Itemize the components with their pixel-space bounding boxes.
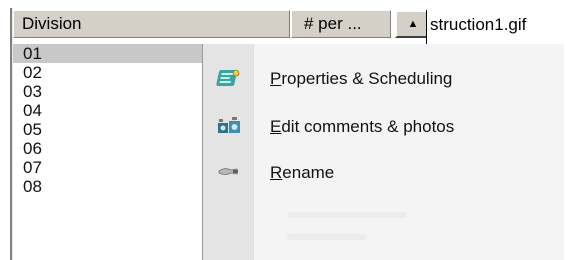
- photos-icon: [214, 114, 244, 140]
- context-menu-screenshot: Division # per ... ▲ struction1.gif 01 0…: [0, 0, 566, 260]
- rename-icon: [214, 160, 244, 186]
- menu-item-properties-scheduling[interactable]: Properties & Scheduling: [202, 56, 566, 102]
- division-list: 01 02 03 04 05 06 07 08: [13, 44, 203, 260]
- triangle-up-icon: ▲: [407, 18, 419, 30]
- list-header: Division # per ... ▲: [13, 10, 431, 40]
- menu-item-label: Properties & Scheduling: [270, 69, 453, 88]
- properties-icon: [214, 66, 244, 92]
- list-item[interactable]: 04: [13, 101, 203, 120]
- file-name-cell: struction1.gif: [426, 10, 566, 44]
- menu-item-edit-comments-photos[interactable]: Edit comments & photos: [202, 104, 566, 150]
- list-item[interactable]: 05: [13, 120, 203, 139]
- list-item[interactable]: 03: [13, 82, 203, 101]
- column-header-per[interactable]: # per ...: [291, 10, 391, 38]
- column-header-division-label: Division: [22, 14, 82, 33]
- column-header-division[interactable]: Division: [13, 10, 290, 38]
- faded-menu-item: [287, 234, 367, 240]
- list-item[interactable]: 07: [13, 158, 203, 177]
- file-name-label: struction1.gif: [430, 15, 527, 34]
- list-item[interactable]: 01: [13, 44, 203, 63]
- list-item[interactable]: 02: [13, 63, 203, 82]
- list-item[interactable]: 06: [13, 139, 203, 158]
- menu-item-rename[interactable]: Rename: [202, 150, 566, 196]
- faded-menu-item: [287, 212, 407, 218]
- column-header-per-label: # per ...: [304, 14, 362, 33]
- list-item[interactable]: 08: [13, 177, 203, 196]
- menu-item-label: Rename: [270, 163, 335, 182]
- menu-item-label: Edit comments & photos: [270, 117, 455, 136]
- context-menu: Properties & Scheduling Edit comments & …: [202, 44, 566, 260]
